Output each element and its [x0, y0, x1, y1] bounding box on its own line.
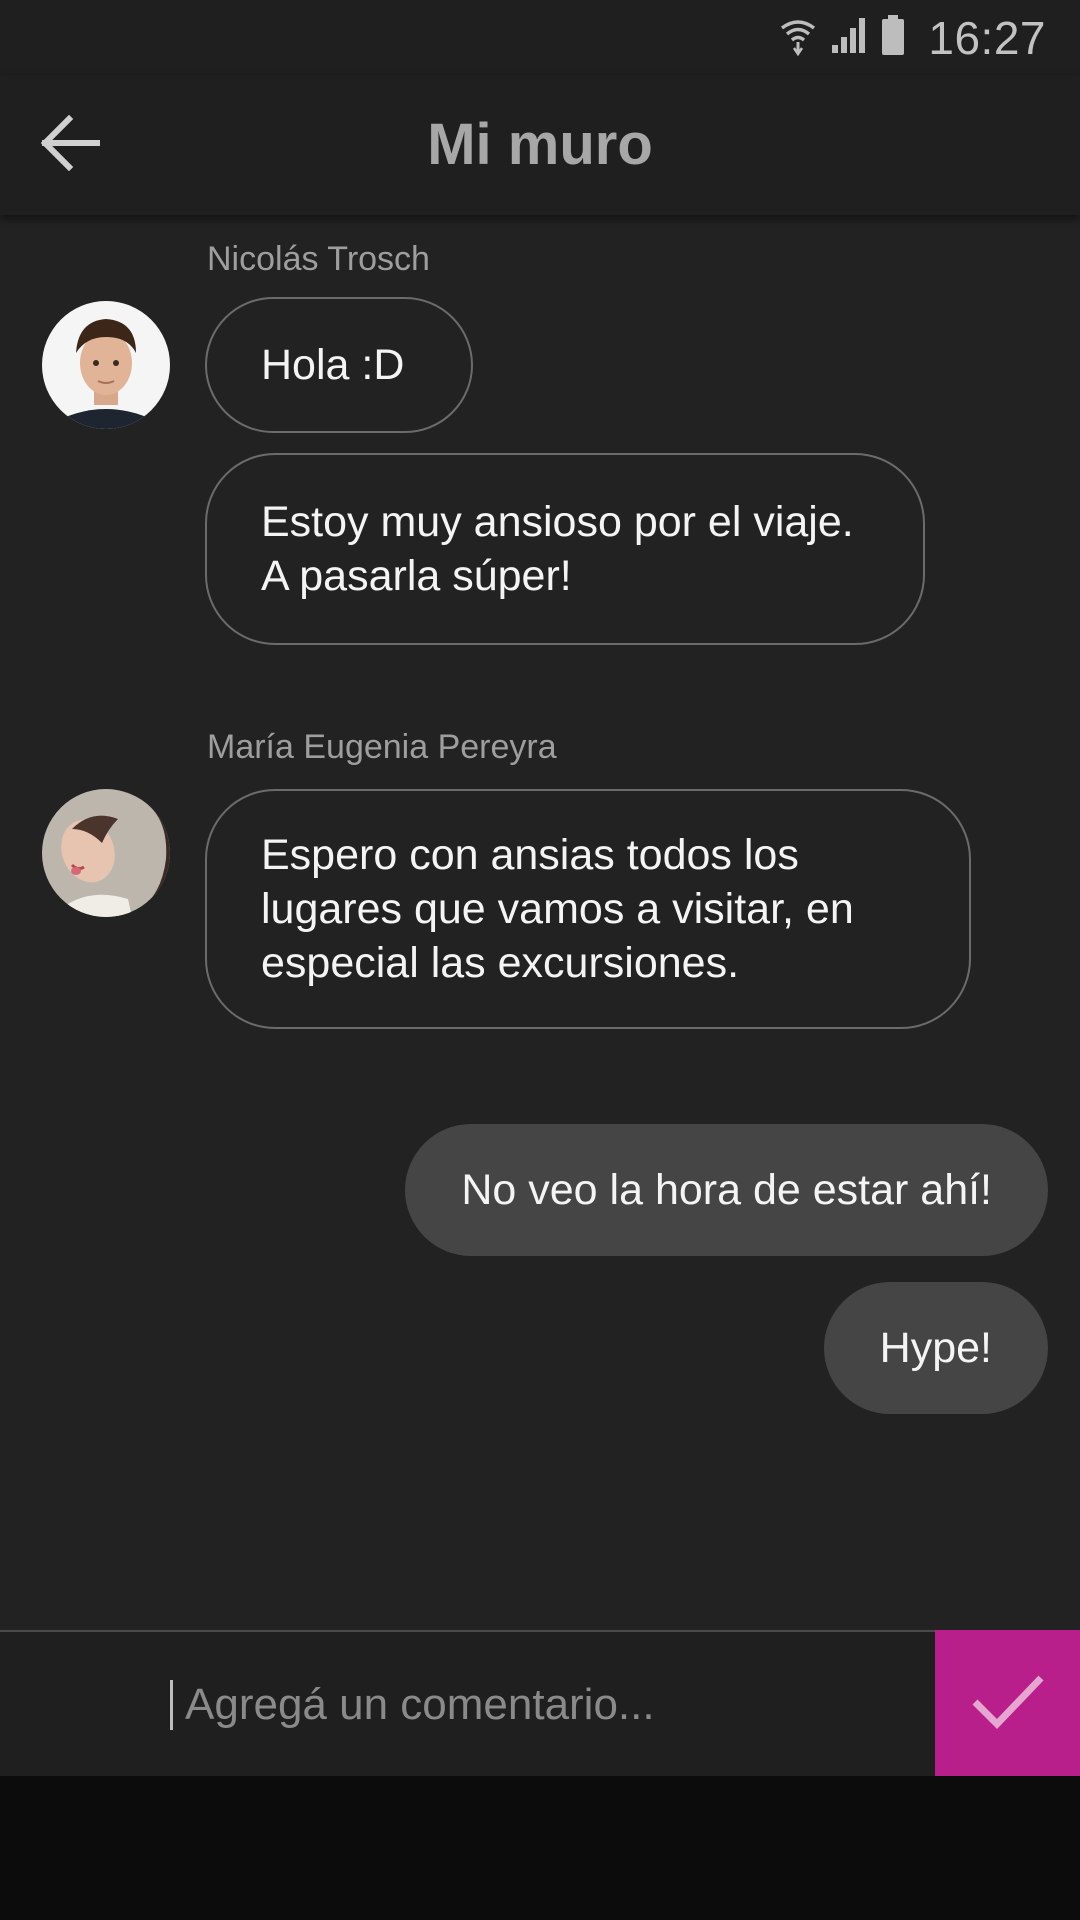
send-button[interactable]	[935, 1630, 1080, 1776]
comment-input[interactable]	[170, 1680, 925, 1730]
checkmark-icon	[971, 1672, 1045, 1735]
own-message-bubble: Hype!	[823, 1282, 1048, 1414]
signal-icon	[830, 15, 868, 60]
app-bar: Mi muro	[0, 75, 1080, 215]
own-message-bubble: No veo la hora de estar ahí!	[405, 1124, 1048, 1256]
sender-name: María Eugenia Pereyra	[207, 728, 557, 766]
message-bubble: Espero con ansias todos los lugares que …	[205, 789, 971, 1029]
avatar[interactable]	[42, 789, 170, 917]
status-bar: 16:27	[0, 0, 1080, 75]
page-title: Mi muro	[427, 112, 653, 177]
status-icons: 16:27	[778, 10, 1046, 65]
message-bubble: Estoy muy ansioso por el viaje. A pasarl…	[205, 453, 925, 645]
navigation-bar-area	[0, 1776, 1080, 1920]
wifi-icon	[778, 14, 818, 61]
avatar[interactable]	[42, 301, 170, 429]
status-time: 16:27	[928, 11, 1046, 64]
message-bubble: Hola :D	[205, 297, 473, 433]
battery-icon	[880, 14, 906, 61]
chat-screen: 16:27 Mi muro Nicolás Trosch Hola:D Est…	[0, 0, 1080, 1920]
sender-name: Nicolás Trosch	[207, 240, 430, 278]
comment-bar	[0, 1630, 1080, 1776]
